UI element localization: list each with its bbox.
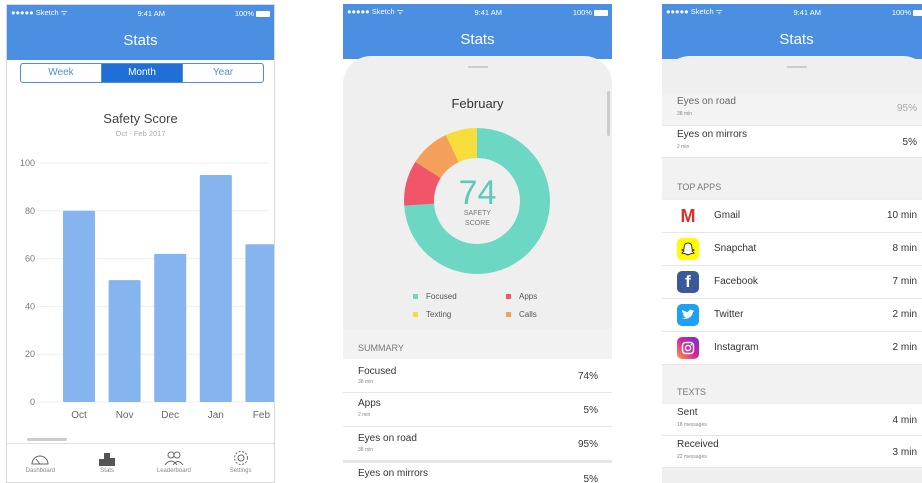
legend-texting: Texting	[413, 310, 451, 319]
summary-row-eyes-on-road[interactable]: Eyes on road 38 min 95%	[343, 427, 612, 461]
gauge-icon	[31, 455, 49, 465]
instagram-icon	[677, 337, 699, 359]
bar-feb[interactable]	[245, 244, 274, 402]
gear-icon	[233, 451, 248, 465]
app-row-gmail[interactable]: M Gmail 10 min	[662, 200, 922, 233]
x-tick-label: Feb	[253, 410, 271, 421]
app-row-instagram[interactable]: Instagram 2 min	[662, 332, 922, 365]
text-row-sent[interactable]: Sent 18 messages 4 min	[662, 404, 922, 436]
page-title: Stats	[460, 31, 495, 48]
score-label: SCORE	[465, 220, 490, 227]
bar-nov[interactable]	[108, 280, 141, 402]
legend-calls: Calls	[506, 310, 537, 319]
time-label: 9:41 AM	[474, 7, 502, 17]
score-value: 74	[458, 174, 497, 212]
score-label: SAFETY	[463, 210, 492, 217]
carrier-label: ●●●●● Sketch ᯤ	[347, 7, 404, 16]
page-title: Stats	[779, 31, 814, 48]
tab-dashboard[interactable]: Dashboard	[7, 444, 74, 482]
battery-label: 100%	[891, 7, 911, 17]
legend-focused: Focused	[413, 292, 457, 301]
chart-subtitle: Oct - Feb 2017	[115, 129, 166, 138]
y-tick-label: 100	[20, 158, 35, 168]
time-label: 9:41 AM	[793, 7, 821, 17]
horizontal-scroll-indicator	[27, 438, 67, 441]
bar-oct[interactable]	[63, 210, 95, 402]
summary-row-focused[interactable]: Focused 38 min 74%	[343, 359, 612, 393]
segment-week[interactable]: Week	[21, 64, 101, 82]
people-icon	[164, 451, 184, 466]
app-row-facebook[interactable]: f Facebook 7 min	[662, 266, 922, 299]
month-title: February	[451, 96, 504, 111]
segment-year[interactable]: Year	[182, 64, 263, 82]
x-tick-label: Oct	[71, 410, 87, 421]
tab-label: Leaderboard	[156, 468, 191, 474]
status-bar: ●●●●● Sketch ᯤ 9:41 AM 100%	[11, 8, 270, 18]
nav-header: ●●●●● Sketch ᯤ 9:41 AM 100% Stats	[7, 5, 274, 60]
battery-label: 100%	[572, 7, 592, 17]
tab-settings[interactable]: Settings	[207, 444, 274, 482]
app-row-snapchat[interactable]: Snapchat 8 min	[662, 233, 922, 266]
tab-leaderboard[interactable]: Leaderboard	[141, 444, 208, 482]
x-tick-label: Jan	[208, 410, 224, 421]
bar-jan[interactable]	[199, 174, 232, 402]
tab-label: Settings	[229, 468, 252, 474]
texts-header: TEXTS	[662, 365, 922, 403]
gmail-icon: M	[677, 205, 699, 227]
app-row-twitter[interactable]: Twitter 2 min	[662, 299, 922, 332]
status-bar: ●●●●● Sketch ᯤ 9:41 AM 100%	[347, 7, 608, 17]
x-tick-label: Nov	[116, 410, 134, 421]
summary-row-apps[interactable]: Apps 2 min 5%	[343, 393, 612, 427]
snapchat-icon	[677, 238, 699, 260]
sheet-drag-handle[interactable]	[467, 66, 488, 68]
legend-swatch	[413, 312, 418, 318]
battery-icon	[913, 9, 922, 16]
y-tick-label: 60	[25, 254, 35, 264]
stats-month-screen: ●●●●● Sketch ᯤ 9:41 AM 100% Stats Week M…	[6, 4, 275, 483]
row-eyes-on-road[interactable]: Eyes on road 38 min 95%	[662, 94, 922, 126]
time-label: 9:41 AM	[137, 8, 165, 18]
chart-title: Safety Score	[103, 111, 178, 126]
battery-label: 100%	[234, 8, 254, 18]
bar-dec[interactable]	[154, 253, 187, 402]
text-row-received[interactable]: Received 22 messages 3 min	[662, 436, 922, 468]
x-tick-label: Dec	[161, 410, 179, 421]
tab-stats[interactable]: Stats	[74, 444, 141, 482]
legend-swatch	[413, 294, 418, 300]
nav-header: ●●●●● Sketch ᯤ 9:41 AM 100% Stats	[662, 4, 922, 59]
sheet-drag-handle[interactable]	[786, 66, 807, 68]
summary-row-eyes-on-mirrors[interactable]: Eyes on mirrors 5%	[343, 461, 612, 483]
legend-apps: Apps	[506, 292, 537, 301]
tab-label: Stats	[100, 468, 114, 474]
tab-label: Dashboard	[25, 468, 56, 474]
stats-apps-screen: ●●●●● Sketch ᯤ 9:41 AM 100% Stats Eyes o…	[662, 4, 922, 483]
carrier-label: ●●●●● Sketch ᯤ	[666, 7, 723, 16]
legend-swatch	[506, 294, 511, 300]
tab-bar: Dashboard Stats Leaderboard Settings	[7, 443, 274, 482]
carrier-label: ●●●●● Sketch ᯤ	[11, 8, 68, 17]
summary-header: SUMMARY	[343, 329, 612, 359]
y-tick-label: 0	[30, 397, 35, 407]
legend-swatch	[506, 312, 511, 318]
top-apps-header: TOP APPS	[662, 158, 922, 198]
y-tick-label: 80	[25, 206, 35, 216]
stats-icon	[99, 453, 116, 466]
segment-month[interactable]: Month	[101, 64, 182, 82]
battery-icon	[256, 10, 270, 17]
y-tick-label: 20	[25, 349, 35, 359]
page-title: Stats	[123, 32, 158, 49]
battery-icon	[594, 9, 608, 16]
twitter-icon	[677, 304, 699, 326]
stats-summary-screen: ●●●●● Sketch ᯤ 9:41 AM 100% Stats Februa…	[343, 4, 612, 483]
row-eyes-on-mirrors[interactable]: Eyes on mirrors 2 min 5%	[662, 126, 922, 158]
facebook-icon: f	[677, 271, 699, 293]
y-tick-label: 40	[25, 301, 35, 311]
period-segmented-control: Week Month Year	[20, 63, 264, 83]
safety-score-bar-chart: 100 80 60 40 20 0 Oct Nov Dec Jan Feb	[20, 158, 274, 421]
status-bar: ●●●●● Sketch ᯤ 9:41 AM 100%	[666, 7, 922, 17]
nav-header: ●●●●● Sketch ᯤ 9:41 AM 100% Stats	[343, 4, 612, 59]
